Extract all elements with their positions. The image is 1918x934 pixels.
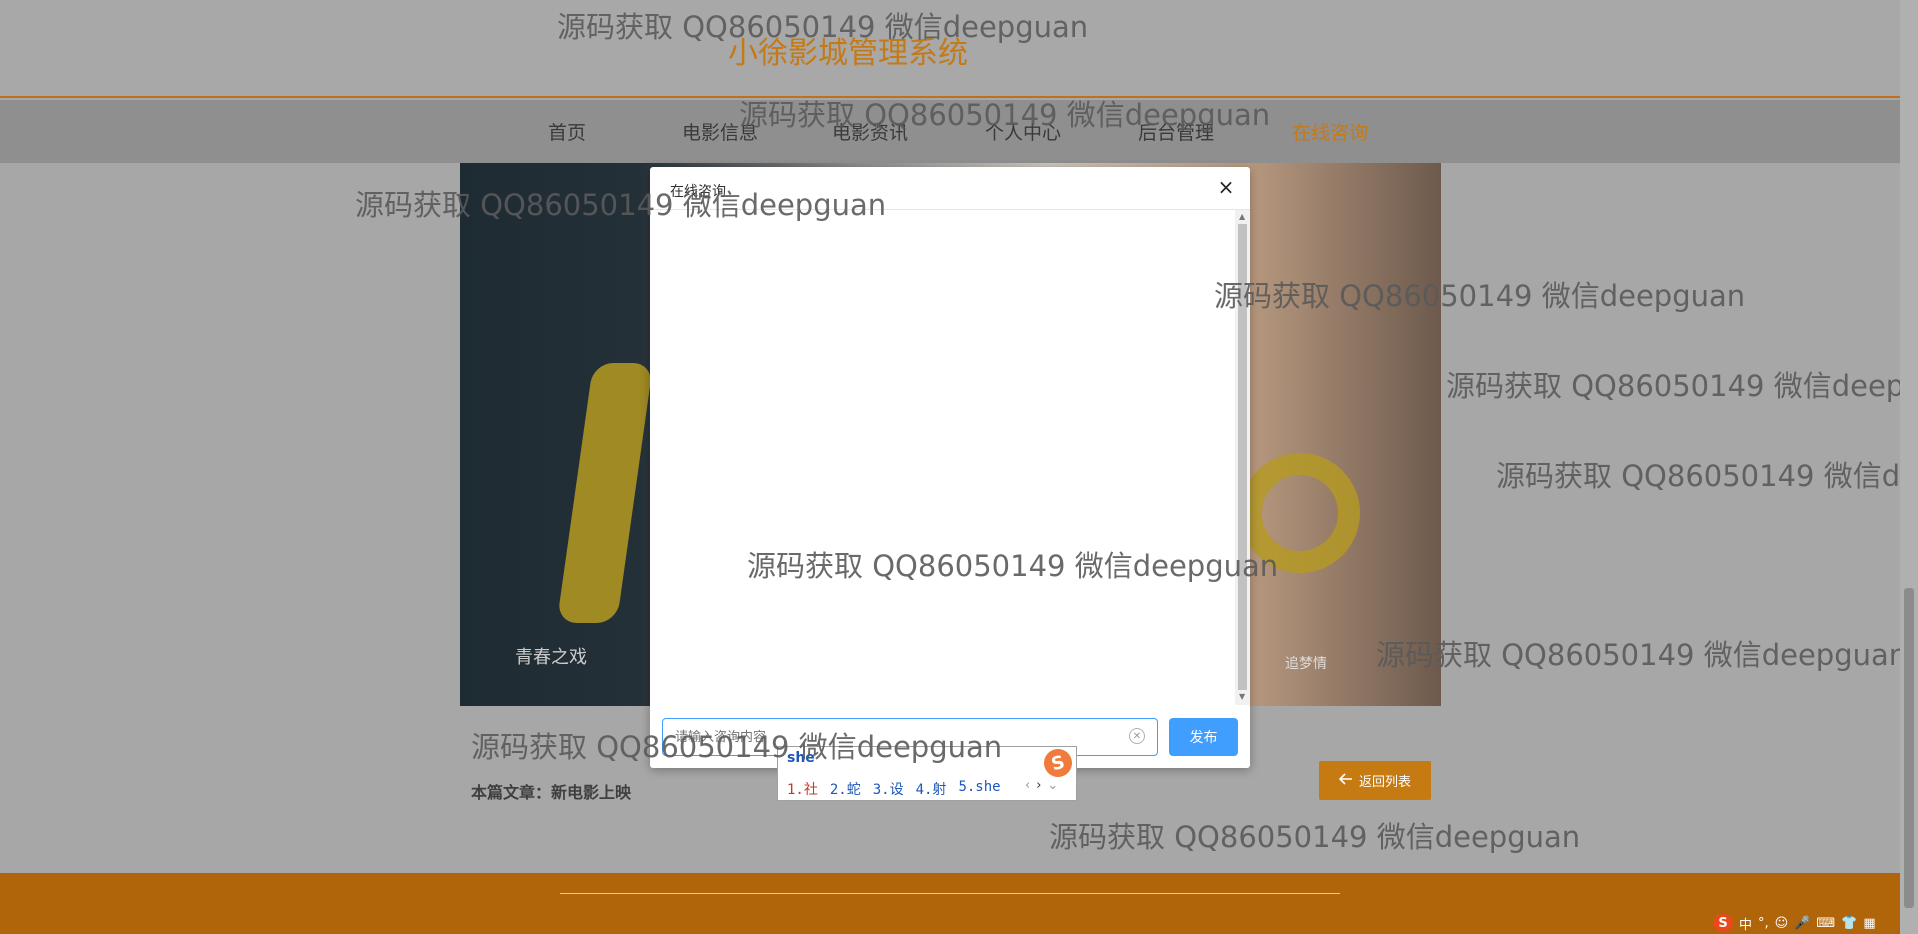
nav-item-online-consult[interactable]: 在线咨询 (1292, 118, 1368, 145)
back-to-list-label: 返回列表 (1358, 775, 1411, 790)
watermark: 源码获取 QQ86050149 微信deepguan (1376, 638, 1900, 672)
poster-graphic (556, 363, 654, 623)
footer-divider (560, 893, 1340, 894)
ime-status-tray: S 中 °, ☺ 🎤 ⌨ 👕 ▦ (1713, 912, 1900, 934)
chat-scrollbar[interactable]: ▲ ▼ (1235, 210, 1250, 705)
watermark: 源码获取 QQ86050149 微信deepguan (1446, 369, 1900, 403)
skin-icon[interactable]: 👕 (1841, 916, 1857, 931)
ime-candidate[interactable]: 3.设 (873, 779, 904, 799)
nav-item-profile[interactable]: 个人中心 (985, 118, 1061, 145)
nav-item-movie-info[interactable]: 电影信息 (682, 118, 758, 145)
ime-candidate[interactable]: 1.社 (787, 779, 818, 799)
ime-composition: she (787, 750, 815, 766)
consult-dialog: 在线咨询 × ▲ ▼ ✕ 发布 (650, 167, 1250, 768)
keyboard-icon[interactable]: ⌨ (1816, 916, 1835, 931)
nav-item-home[interactable]: 首页 (548, 118, 586, 145)
back-to-list-button[interactable]: 返回列表 (1319, 761, 1431, 800)
ime-candidate[interactable]: 2.蛇 (830, 779, 861, 799)
ime-candidate-list: 1.社 2.蛇 3.设 4.射 5.she (787, 779, 1001, 799)
poster-logo: 青春之戏 (515, 647, 587, 668)
nav-item-movie-news[interactable]: 电影资讯 (832, 118, 908, 145)
emoji-icon[interactable]: ☺ (1775, 916, 1789, 931)
dialog-header: 在线咨询 × (650, 167, 1250, 210)
main-nav: 首页 电影信息 电影资讯 个人中心 后台管理 在线咨询 (0, 100, 1900, 163)
chat-scrollbar-thumb[interactable] (1238, 224, 1247, 690)
ime-candidate-window: she S 1.社 2.蛇 3.设 4.射 5.she ‹ › ⌄ (777, 745, 1077, 801)
watermark: 源码获取 QQ86050149 微信deepguan (1496, 459, 1900, 493)
toolbox-icon[interactable]: ▦ (1863, 916, 1875, 931)
poster-graphic (1240, 453, 1360, 573)
page-scrollbar[interactable] (1900, 0, 1918, 934)
close-icon[interactable]: × (1214, 175, 1238, 199)
language-mode-icon[interactable]: 中 (1739, 914, 1752, 933)
publish-button[interactable]: 发布 (1169, 718, 1238, 756)
clear-icon[interactable]: ✕ (1129, 728, 1145, 744)
consult-input[interactable] (675, 727, 1115, 747)
site-footer (0, 873, 1900, 934)
microphone-icon[interactable]: 🎤 (1794, 916, 1810, 931)
ime-candidate[interactable]: 4.射 (916, 779, 947, 799)
sogou-tray-icon[interactable]: S (1713, 914, 1733, 932)
nav-item-admin[interactable]: 后台管理 (1138, 118, 1214, 145)
chat-message-area (650, 210, 1235, 705)
watermark: 源码获取 QQ86050149 微信deepguan (1049, 820, 1581, 854)
scroll-up-icon[interactable]: ▲ (1239, 212, 1245, 221)
punctuation-icon[interactable]: °, (1758, 916, 1769, 931)
chevron-right-icon[interactable]: › (1036, 778, 1041, 793)
scroll-down-icon[interactable]: ▼ (1239, 692, 1245, 701)
ime-page-nav: ‹ › ⌄ (1025, 778, 1058, 793)
ime-candidate[interactable]: 5.she (958, 779, 1000, 799)
chevron-down-icon[interactable]: ⌄ (1047, 778, 1058, 793)
poster-logo: 追梦情 (1285, 656, 1327, 672)
dialog-title: 在线咨询 (670, 184, 726, 200)
page-scrollbar-thumb[interactable] (1904, 588, 1914, 908)
sogou-logo-icon: S (1040, 745, 1076, 781)
chevron-left-icon[interactable]: ‹ (1025, 778, 1030, 793)
article-meta: 本篇文章：新电影上映 (471, 783, 632, 802)
site-title: 小徐影城管理系统 (728, 36, 968, 71)
arrow-left-icon (1338, 772, 1353, 789)
site-header: 小徐影城管理系统 (0, 0, 1900, 98)
